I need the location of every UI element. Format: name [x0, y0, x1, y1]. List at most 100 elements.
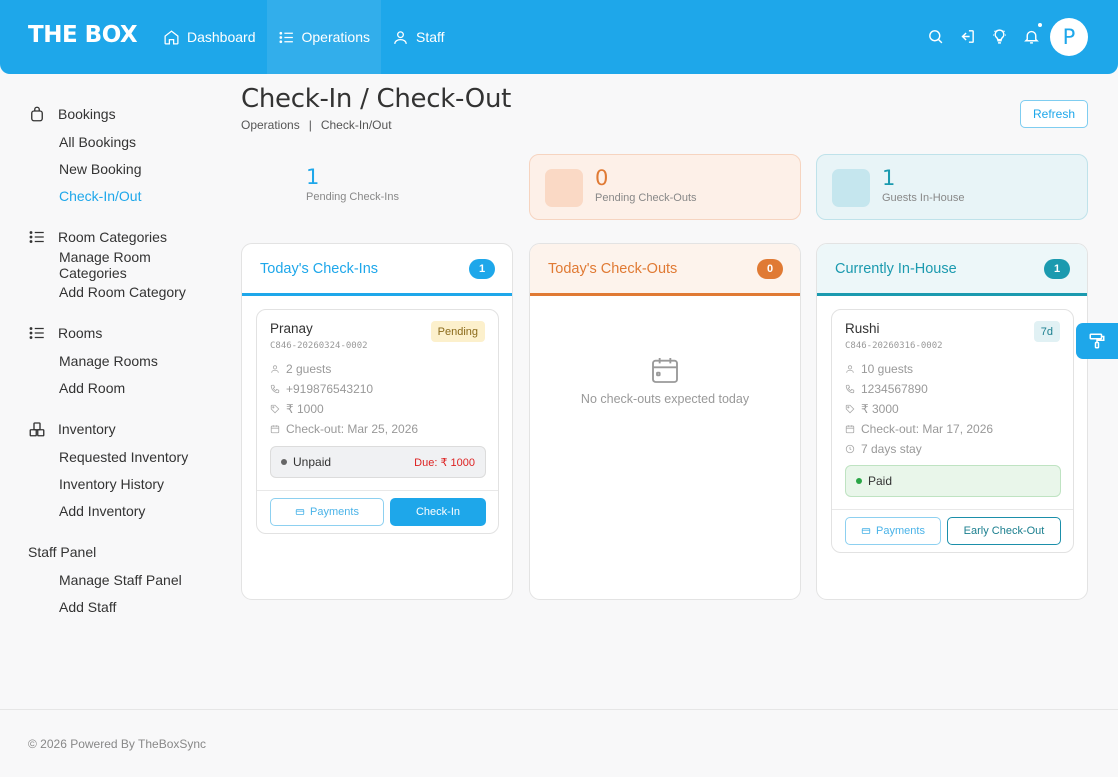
check-in-button[interactable]: Check-In [390, 498, 486, 526]
guest-count: 10 guests [845, 362, 913, 376]
sidebar-heading-room-categories[interactable]: Room Categories [28, 223, 218, 251]
stat-icon-box [545, 169, 583, 207]
empty-state-text: No check-outs expected today [580, 392, 750, 406]
payment-status-text: Paid [868, 474, 893, 488]
nav-operations-label: Operations [301, 29, 370, 45]
phone-icon [845, 384, 855, 394]
stat-value: 1 [882, 166, 896, 190]
sidebar-item-manage-room-categories[interactable]: Manage Room Categories [28, 249, 218, 281]
clock-icon [845, 444, 855, 454]
bulb-icon[interactable] [990, 26, 1008, 46]
bell-icon[interactable] [1022, 23, 1042, 46]
top-navbar: THE BOX Dashboard Operations Staff P [0, 0, 1118, 74]
stat-label: Pending Check-Ins [306, 191, 399, 203]
sidebar-item-check-in-out[interactable]: Check-In/Out [28, 182, 218, 209]
count-badge: 0 [757, 258, 783, 279]
home-icon [164, 29, 179, 45]
sidebar-heading-rooms[interactable]: Rooms [28, 319, 218, 347]
sidebar-heading-label: Room Categories [58, 229, 167, 245]
sidebar-item-add-staff[interactable]: Add Staff [28, 593, 218, 620]
panel-todays-check-outs: Today's Check-Outs 0 No check-outs expec… [529, 243, 801, 600]
sidebar-group-bookings: Bookings All Bookings New Booking Check-… [28, 100, 218, 209]
booking-card: Pranay C846-20260324-0002 Pending 2 gues… [256, 309, 499, 534]
brand-logo[interactable]: THE BOX [28, 22, 138, 48]
booking-amount: ₹ 1000 [270, 402, 324, 416]
nav-staff[interactable]: Staff [381, 0, 456, 74]
panel-todays-check-ins: Today's Check-Ins 1 Pranay C846-20260324… [241, 243, 513, 600]
sidebar-heading-staff-panel[interactable]: Staff Panel [28, 538, 218, 566]
refresh-button[interactable]: Refresh [1020, 100, 1088, 128]
empty-state: No check-outs expected today [530, 354, 800, 406]
checkout-date-text: Check-out: Mar 25, 2026 [286, 422, 419, 436]
status-badge: Pending [430, 321, 485, 342]
booking-amount-text: ₹ 1000 [286, 402, 324, 416]
tag-icon [270, 404, 280, 414]
sidebar-heading-label: Inventory [58, 421, 116, 437]
calendar-icon [270, 425, 280, 434]
guest-phone-text: +919876543210 [286, 382, 374, 396]
checkout-date-text: Check-out: Mar 17, 2026 [861, 422, 994, 436]
panel-title: Today's Check-Outs [548, 260, 678, 277]
nav-staff-label: Staff [415, 29, 445, 45]
stat-pending-check-outs: 0 Pending Check-Outs [529, 154, 801, 220]
amount-due: Due: ₹ 1000 [414, 456, 475, 469]
header-actions [926, 23, 1042, 46]
stay-length-text: 7 days stay [861, 442, 922, 456]
sidebar-item-manage-rooms[interactable]: Manage Rooms [28, 347, 218, 374]
sidebar-heading-bookings[interactable]: Bookings [28, 100, 218, 128]
stat-icon-box [832, 169, 870, 207]
guest-phone: +919876543210 [270, 382, 373, 396]
user-icon [271, 365, 279, 373]
payments-button[interactable]: Payments [845, 517, 941, 545]
sidebar-group-room-categories: Room Categories Manage Room Categories A… [28, 223, 218, 305]
guest-name: Rushi [845, 321, 880, 336]
stay-length: 7 days stay [845, 442, 922, 456]
footer-divider [0, 709, 1118, 710]
sidebar-item-new-booking[interactable]: New Booking [28, 155, 218, 182]
sidebar-item-requested-inventory[interactable]: Requested Inventory [28, 443, 218, 470]
panel-currently-in-house: Currently In-House 1 Rushi C846-20260316… [816, 243, 1088, 600]
breadcrumb-operations[interactable]: Operations [241, 118, 300, 132]
stat-value: 0 [595, 166, 609, 190]
avatar[interactable]: P [1050, 18, 1088, 56]
search-icon[interactable] [926, 26, 944, 46]
early-check-out-button[interactable]: Early Check-Out [947, 517, 1061, 545]
guest-count-text: 2 guests [286, 362, 332, 376]
sidebar-group-staff-panel: Staff Panel Manage Staff Panel Add Staff [28, 538, 218, 620]
breadcrumb-separator: | [308, 118, 312, 132]
theme-customizer-button[interactable] [1076, 323, 1118, 359]
stat-guests-in-house: 1 Guests In-House [816, 154, 1088, 220]
nav-dashboard[interactable]: Dashboard [152, 0, 267, 74]
sidebar-heading-label: Bookings [58, 106, 116, 122]
list-icon [29, 327, 44, 339]
sidebar-group-rooms: Rooms Manage Rooms Add Room [28, 319, 218, 401]
guest-count-text: 10 guests [861, 362, 914, 376]
sidebar-item-manage-staff-panel[interactable]: Manage Staff Panel [28, 566, 218, 593]
count-badge: 1 [469, 258, 495, 279]
sidebar-item-add-inventory[interactable]: Add Inventory [28, 497, 218, 524]
stat-pending-check-ins: 1 Pending Check-Ins [241, 154, 513, 220]
stat-label: Pending Check-Outs [595, 192, 697, 204]
sidebar-item-all-bookings[interactable]: All Bookings [28, 128, 218, 155]
main-nav: Dashboard Operations Staff [152, 0, 456, 74]
sidebar-heading-label: Rooms [58, 325, 103, 341]
stay-duration-badge: 7d [1033, 321, 1060, 342]
card-icon [295, 509, 305, 515]
guest-phone: 1234567890 [845, 382, 928, 396]
nav-operations[interactable]: Operations [266, 0, 381, 74]
sidebar-heading-inventory[interactable]: Inventory [28, 415, 218, 443]
sidebar-item-inventory-history[interactable]: Inventory History [28, 470, 218, 497]
payments-button[interactable]: Payments [270, 498, 384, 526]
sidebar-item-add-room[interactable]: Add Room [28, 374, 218, 401]
card-divider [257, 490, 498, 491]
nav-dashboard-label: Dashboard [187, 29, 256, 45]
user-icon [394, 30, 407, 44]
sidebar: Bookings All Bookings New Booking Check-… [28, 100, 218, 634]
booking-amount: ₹ 3000 [845, 402, 899, 416]
panel-header: Today's Check-Ins 1 [242, 244, 512, 296]
login-icon[interactable] [958, 26, 976, 46]
payment-status-text: Unpaid [293, 455, 332, 469]
list-icon [278, 31, 293, 43]
guest-phone-text: 1234567890 [861, 382, 928, 396]
sidebar-item-add-room-category[interactable]: Add Room Category [28, 278, 218, 305]
